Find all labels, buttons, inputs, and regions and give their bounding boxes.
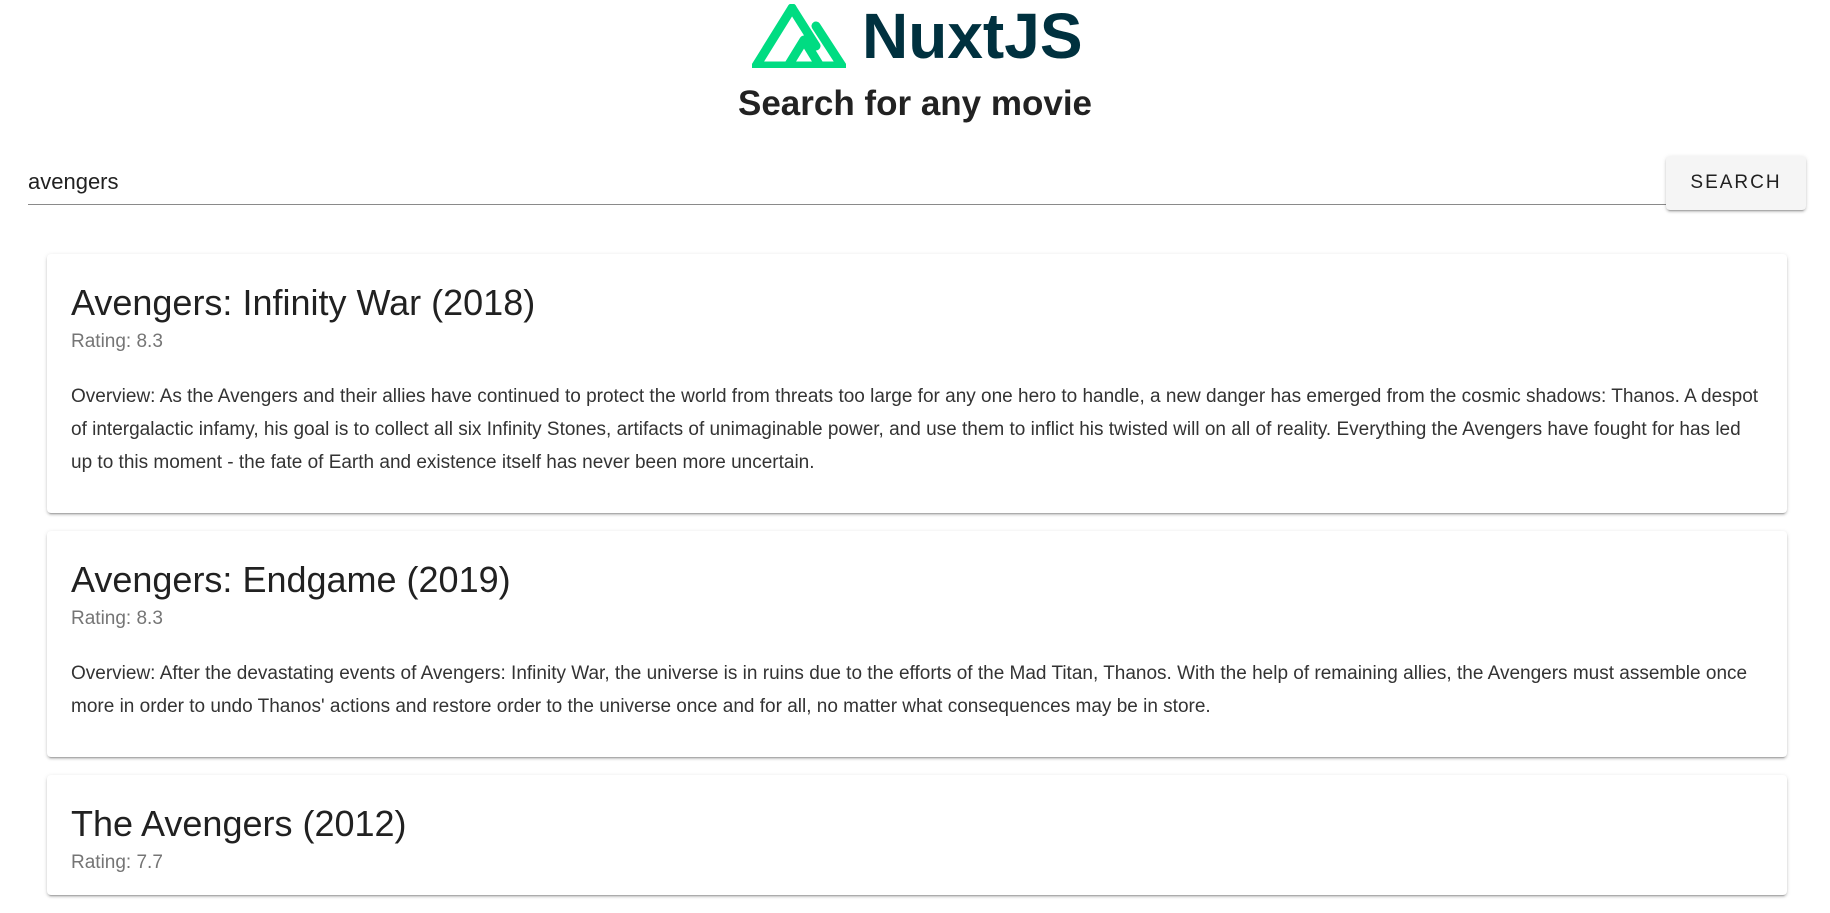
header: NuxtJS Search for any movie xyxy=(0,0,1830,130)
movie-title: Avengers: Endgame (2019) xyxy=(71,559,511,600)
movie-rating: Rating: 8.3 xyxy=(71,331,163,352)
search-field xyxy=(28,162,1666,205)
logo-text: NuxtJS xyxy=(862,0,1083,72)
movie-overview: Overview: As the Avengers and their alli… xyxy=(71,386,1759,473)
nuxt-logo-icon xyxy=(752,4,846,68)
search-button[interactable]: SEARCH xyxy=(1666,156,1806,210)
nuxt-logo[interactable]: NuxtJS xyxy=(752,2,1083,70)
page-title: Search for any movie xyxy=(737,84,1093,123)
movie-overview: Overview: After the devastating events o… xyxy=(71,663,1748,717)
movie-rating: Rating: 7.7 xyxy=(71,852,163,873)
results-list: Avengers: Infinity War (2018) Rating: 8.… xyxy=(47,254,1787,913)
search-input[interactable] xyxy=(28,162,1648,202)
movie-title: The Avengers (2012) xyxy=(71,803,407,844)
movie-card[interactable]: Avengers: Infinity War (2018) Rating: 8.… xyxy=(47,254,1787,513)
search-bar: SEARCH xyxy=(28,152,1808,216)
movie-card[interactable]: The Avengers (2012) Rating: 7.7 xyxy=(47,775,1787,895)
movie-title: Avengers: Infinity War (2018) xyxy=(71,282,536,323)
movie-card[interactable]: Avengers: Endgame (2019) Rating: 8.3 Ove… xyxy=(47,531,1787,757)
movie-rating: Rating: 8.3 xyxy=(71,608,163,629)
